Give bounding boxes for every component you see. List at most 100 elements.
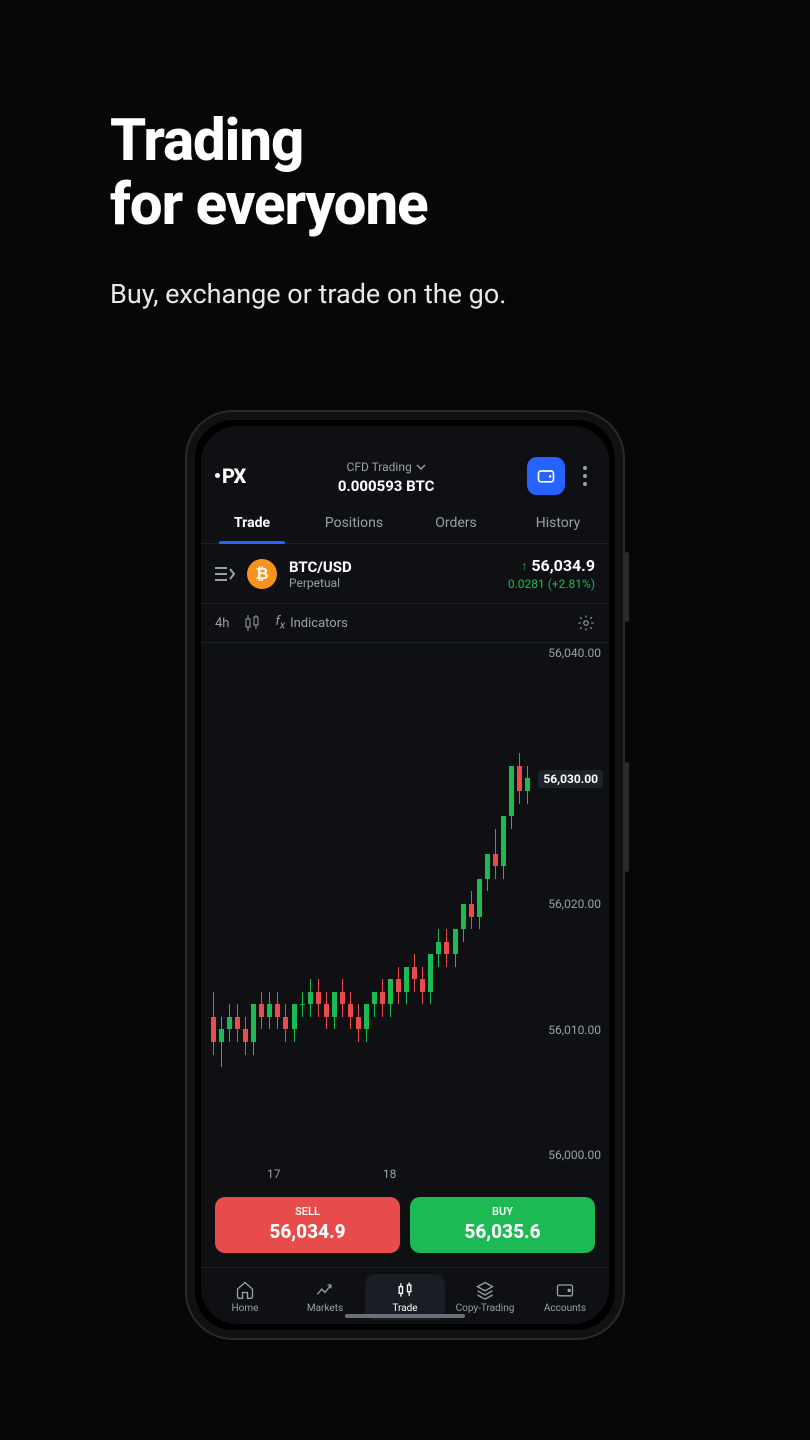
- candle: [364, 1004, 369, 1042]
- candle: [267, 992, 272, 1030]
- nav-label: Accounts: [544, 1303, 586, 1314]
- candle: [428, 954, 433, 1004]
- candle: [251, 1004, 256, 1054]
- buy-button[interactable]: BUY 56,035.6: [410, 1197, 595, 1253]
- layers-icon: [475, 1280, 495, 1300]
- fx-icon: fx: [275, 614, 285, 632]
- candle: [469, 891, 474, 929]
- candle: [461, 904, 466, 942]
- candle: [324, 992, 329, 1030]
- phone-frame: PX CFD Trading 0.000593 BTC: [185, 410, 625, 1340]
- hero-title-line2: for everyone: [110, 171, 428, 239]
- indicators-label: Indicators: [290, 616, 348, 631]
- candle: [453, 929, 458, 967]
- candle-type-icon[interactable]: [245, 615, 259, 631]
- phone-side-button: [625, 762, 629, 872]
- header-center[interactable]: CFD Trading 0.000593 BTC: [255, 456, 517, 495]
- chevron-down-icon: [416, 462, 426, 472]
- nav-accounts[interactable]: Accounts: [525, 1274, 605, 1320]
- y-axis-tick: 56,040.00: [548, 646, 601, 660]
- candle: [501, 816, 506, 879]
- sell-price: 56,034.9: [215, 1220, 400, 1243]
- candle: [444, 929, 449, 967]
- nav-label: Markets: [307, 1303, 343, 1314]
- app-header: PX CFD Trading 0.000593 BTC: [201, 426, 609, 505]
- candle: [420, 967, 425, 1005]
- pair-type: Perpetual: [289, 576, 352, 590]
- indicators-button[interactable]: fx Indicators: [275, 614, 347, 632]
- candle: [372, 992, 377, 1017]
- wallet-icon: [555, 1280, 575, 1300]
- home-icon: [235, 1280, 255, 1300]
- phone-side-button: [625, 552, 629, 622]
- tab-positions[interactable]: Positions: [303, 505, 405, 543]
- candle: [436, 929, 441, 967]
- sell-label: SELL: [215, 1205, 400, 1218]
- candle: [388, 979, 393, 1017]
- candle: [412, 954, 417, 992]
- candle: [332, 992, 337, 1030]
- gear-icon: [577, 614, 595, 632]
- x-axis-tick: 18: [383, 1167, 397, 1181]
- candle: [243, 1017, 248, 1055]
- more-button[interactable]: [575, 466, 595, 486]
- candle: [275, 992, 280, 1030]
- wallet-icon: [536, 466, 556, 486]
- candle: [509, 766, 514, 829]
- candle: [211, 992, 216, 1055]
- candle: [340, 979, 345, 1017]
- nav-label: Home: [232, 1303, 259, 1314]
- tab-history[interactable]: History: [507, 505, 609, 543]
- candle: [525, 766, 530, 804]
- balance-value: 0.000593 BTC: [255, 477, 517, 495]
- pair-list-icon[interactable]: [215, 566, 235, 582]
- price-chart[interactable]: 56,040.0056,030.0056,020.0056,010.0056,0…: [201, 643, 609, 1185]
- candle: [356, 1004, 361, 1042]
- candle: [493, 829, 498, 879]
- candle: [292, 1004, 297, 1042]
- phone-screen: PX CFD Trading 0.000593 BTC: [201, 426, 609, 1324]
- timeframe-selector[interactable]: 4h: [215, 616, 229, 631]
- candle: [235, 1004, 240, 1042]
- chart-settings-button[interactable]: [577, 614, 595, 632]
- y-axis-tick: 56,000.00: [548, 1148, 601, 1162]
- candle: [477, 879, 482, 929]
- candle: [227, 1004, 232, 1042]
- nav-home[interactable]: Home: [205, 1274, 285, 1320]
- page-tabs: Trade Positions Orders History: [201, 505, 609, 544]
- candle: [485, 854, 490, 892]
- candle: [308, 979, 313, 1017]
- trading-mode-label: CFD Trading: [347, 460, 412, 474]
- candle: [316, 979, 321, 1017]
- nav-label: Copy-Trading: [456, 1303, 515, 1314]
- trade-buttons: SELL 56,034.9 BUY 56,035.6: [201, 1185, 609, 1267]
- chart-toolbar: 4h fx Indicators: [201, 604, 609, 643]
- candle: [219, 1017, 224, 1067]
- sell-button[interactable]: SELL 56,034.9: [215, 1197, 400, 1253]
- app-logo[interactable]: PX: [215, 464, 245, 488]
- buy-price: 56,035.6: [410, 1220, 595, 1243]
- pair-symbol: BTC/USD: [289, 558, 352, 576]
- hero-title-line1: Trading: [110, 107, 303, 175]
- tab-trade[interactable]: Trade: [201, 505, 303, 543]
- y-axis-tick: 56,020.00: [548, 897, 601, 911]
- bitcoin-icon: ₿: [247, 559, 277, 589]
- buy-label: BUY: [410, 1205, 595, 1218]
- candle: [348, 992, 353, 1030]
- instrument-row[interactable]: ₿ BTC/USD Perpetual ↑ 56,034.9 0.0281 (+…: [201, 544, 609, 604]
- wallet-button[interactable]: [527, 457, 565, 495]
- tab-orders[interactable]: Orders: [405, 505, 507, 543]
- candle: [396, 967, 401, 1005]
- candle: [517, 753, 522, 803]
- y-axis-tick: 56,010.00: [548, 1023, 601, 1037]
- nav-label: Trade: [392, 1303, 417, 1314]
- x-axis-tick: 17: [267, 1167, 281, 1181]
- candlestick-icon: [395, 1280, 415, 1300]
- home-indicator[interactable]: [345, 1314, 465, 1318]
- chart-line-icon: [315, 1280, 335, 1300]
- candle: [283, 1004, 288, 1042]
- hero-title: Trading for everyone: [110, 110, 810, 238]
- candle: [300, 992, 305, 1017]
- pair-price: 56,034.9: [531, 556, 595, 575]
- candle: [380, 979, 385, 1017]
